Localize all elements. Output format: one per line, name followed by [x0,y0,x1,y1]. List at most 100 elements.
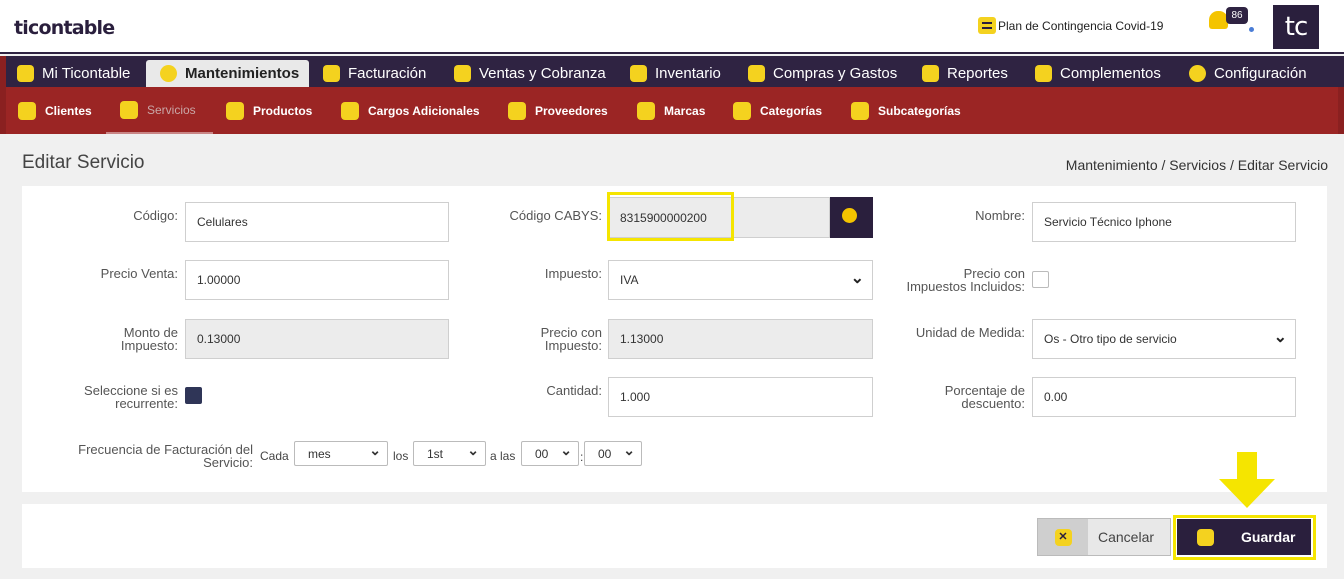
monto-impuesto-input[interactable]: 0.13000 [185,319,449,359]
subtab-categorias[interactable]: Categorías [733,87,822,134]
precio-con-impuesto-input[interactable]: 1.13000 [608,319,873,359]
breadcrumb[interactable]: Mantenimiento / Servicios / Editar Servi… [1066,157,1328,173]
time-separator: : [580,450,584,464]
tab-label: Compras y Gastos [773,65,898,82]
subtab-label: Subcategorías [878,103,961,118]
save-button[interactable]: Guardar [1177,519,1311,555]
tab-label: Mi Ticontable [42,65,131,82]
user-icon [18,101,36,120]
tab-mantenimientos[interactable]: Mantenimientos [146,60,309,87]
subtab-subcategorias[interactable]: Subcategorías [851,87,961,134]
tab-label: Facturación [348,65,427,82]
cancel-button[interactable]: ✕ Cancelar [1037,518,1171,556]
plus-square-icon [1035,65,1052,82]
cabys-search-button[interactable] [830,197,873,238]
minuto-value: 00 [598,446,612,461]
periodo-select[interactable]: mes [294,441,388,466]
nav-accent-bar [0,56,6,87]
boxes-icon [630,65,647,82]
hora-value: 00 [535,446,549,461]
codigo-value: Celulares [197,215,248,229]
impuesto-value: IVA [620,273,639,287]
impuesto-select[interactable]: IVA [608,260,873,300]
money-bag-icon [748,65,765,82]
descuento-value: 0.00 [1044,390,1068,404]
recurrente-label: Seleccione si es recurrente: [40,384,178,410]
gear-icon [160,65,177,82]
chart-icon [922,65,939,82]
avatar[interactable]: tc [1273,5,1319,49]
tab-label: Inventario [655,65,721,82]
precio-venta-label: Precio Venta: [100,266,178,281]
recurrente-checkbox[interactable] [185,387,202,404]
flag-icon [637,101,655,120]
frecuencia-label: Frecuencia de Facturación del Servicio: [40,443,253,469]
cantidad-input[interactable]: 1.000 [608,377,873,417]
dia-value: 1st [427,446,444,461]
unidad-label: Unidad de Medida: [915,325,1025,340]
descuento-label: Porcentaje de descuento: [870,384,1025,410]
nombre-label: Nombre: [975,208,1025,223]
descuento-input[interactable]: 0.00 [1032,377,1296,417]
precio-venta-input[interactable]: 1.00000 [185,260,449,300]
dia-select[interactable]: 1st [413,441,486,466]
cantidad-value: 1.000 [620,390,651,404]
nombre-value: Servicio Técnico Iphone [1044,215,1172,229]
save-label: Guardar [1241,529,1296,545]
nombre-input[interactable]: Servicio Técnico Iphone [1032,202,1296,242]
subtab-label: Cargos Adicionales [368,103,480,118]
label-line: descuento: [961,396,1025,411]
tab-reportes[interactable]: Reportes [922,60,1008,87]
subtab-productos[interactable]: Productos [226,87,312,134]
precio-incluye-label: Precio con Impuestos Incluidos: [870,267,1025,293]
tab-label: Complementos [1060,65,1161,82]
subtab-cargos-adicionales[interactable]: Cargos Adicionales [341,87,480,134]
tab-complementos[interactable]: Complementos [1035,60,1161,87]
tab-facturacion[interactable]: Facturación [323,60,426,87]
subtab-servicios[interactable]: Servicios [106,87,213,134]
layers-icon [226,101,244,120]
cancel-label: Cancelar [1098,529,1155,545]
main-nav: Mi Ticontable Mantenimientos Facturación… [0,56,1344,87]
tab-compras-gastos[interactable]: Compras y Gastos [748,60,897,87]
precio-venta-value: 1.00000 [197,273,241,287]
tab-label: Reportes [947,65,1008,82]
subtab-clientes[interactable]: Clientes [18,87,92,134]
label-line: Impuestos Incluidos: [906,279,1025,294]
minuto-select[interactable]: 00 [584,441,642,466]
tab-label: Configuración [1214,65,1307,82]
home-icon [17,65,34,82]
tab-mi-ticontable[interactable]: Mi Ticontable [17,60,130,87]
tab-inventario[interactable]: Inventario [630,60,721,87]
cash-register-icon [454,65,471,82]
codigo-label: Código: [133,208,178,223]
precio-incluye-checkbox[interactable] [1032,271,1049,288]
codigo-input[interactable]: Celulares [185,202,449,242]
checklist-icon [978,17,996,34]
label-line: Impuesto: [120,338,178,353]
subtab-marcas[interactable]: Marcas [637,87,705,134]
contingency-link[interactable]: Plan de Contingencia Covid-19 [978,17,1163,34]
impuesto-label: Impuesto: [544,266,602,281]
subnav-right-edge [1338,87,1344,134]
close-icon-box: ✕ [1038,519,1088,555]
contingency-label: Plan de Contingencia Covid-19 [998,18,1164,33]
tab-ventas-cobranza[interactable]: Ventas y Cobranza [454,60,606,87]
subtab-label: Proveedores [535,103,608,118]
app-logo[interactable]: ticontable [14,17,115,39]
cada-label: Cada [260,449,289,463]
hora-select[interactable]: 00 [521,441,579,466]
unidad-select[interactable]: Os - Otro tipo de servicio [1032,319,1296,359]
subtab-proveedores[interactable]: Proveedores [508,87,608,134]
floppy-icon [1197,528,1214,546]
a-las-label: a las [490,449,516,463]
tab-configuracion[interactable]: Configuración [1189,60,1307,87]
cog-icon [1189,65,1206,82]
tag-icon [733,101,751,120]
monto-impuesto-label: Monto de Impuesto: [60,326,178,352]
unidad-value: Os - Otro tipo de servicio [1044,332,1177,346]
page-title: Editar Servicio [22,152,145,173]
subtab-label: Clientes [45,103,92,118]
label-line: Servicio: [203,455,253,470]
periodo-value: mes [308,446,331,461]
